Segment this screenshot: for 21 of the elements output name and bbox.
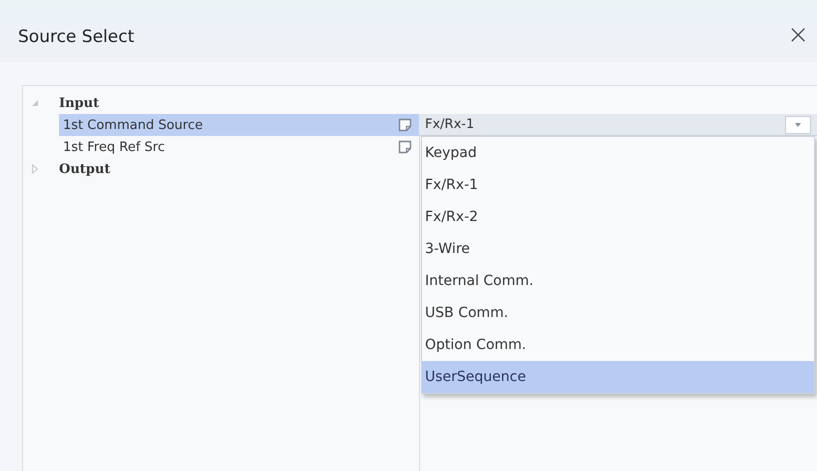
collapse-icon[interactable] <box>31 99 39 107</box>
window-title: Source Select <box>18 27 134 47</box>
dropdown-option[interactable]: Fx/Rx-1 <box>422 169 814 201</box>
dropdown-option[interactable]: 3-Wire <box>422 233 814 265</box>
close-button[interactable]: × <box>779 22 817 48</box>
dropdown-option[interactable]: Internal Comm. <box>422 265 814 297</box>
dropdown-option[interactable]: Option Comm. <box>422 329 814 361</box>
category-label: Input <box>59 96 100 110</box>
value-dropdown[interactable]: Fx/Rx-1 <box>419 114 817 136</box>
dropdown-option[interactable]: Keypad <box>422 137 814 169</box>
dropdown-button[interactable] <box>785 116 811 134</box>
category-label: Output <box>59 162 110 176</box>
dropdown-option[interactable]: Fx/Rx-2 <box>422 201 814 233</box>
note-icon <box>398 140 412 154</box>
dropdown-option[interactable]: UserSequence <box>422 361 814 393</box>
note-icon <box>398 118 412 132</box>
property-name[interactable]: 1st Command Source <box>59 114 391 136</box>
expand-icon[interactable] <box>31 164 39 174</box>
dropdown-option[interactable]: USB Comm. <box>422 297 814 329</box>
property-name[interactable]: 1st Freq Ref Src <box>59 136 391 158</box>
caret-icon <box>795 122 801 126</box>
